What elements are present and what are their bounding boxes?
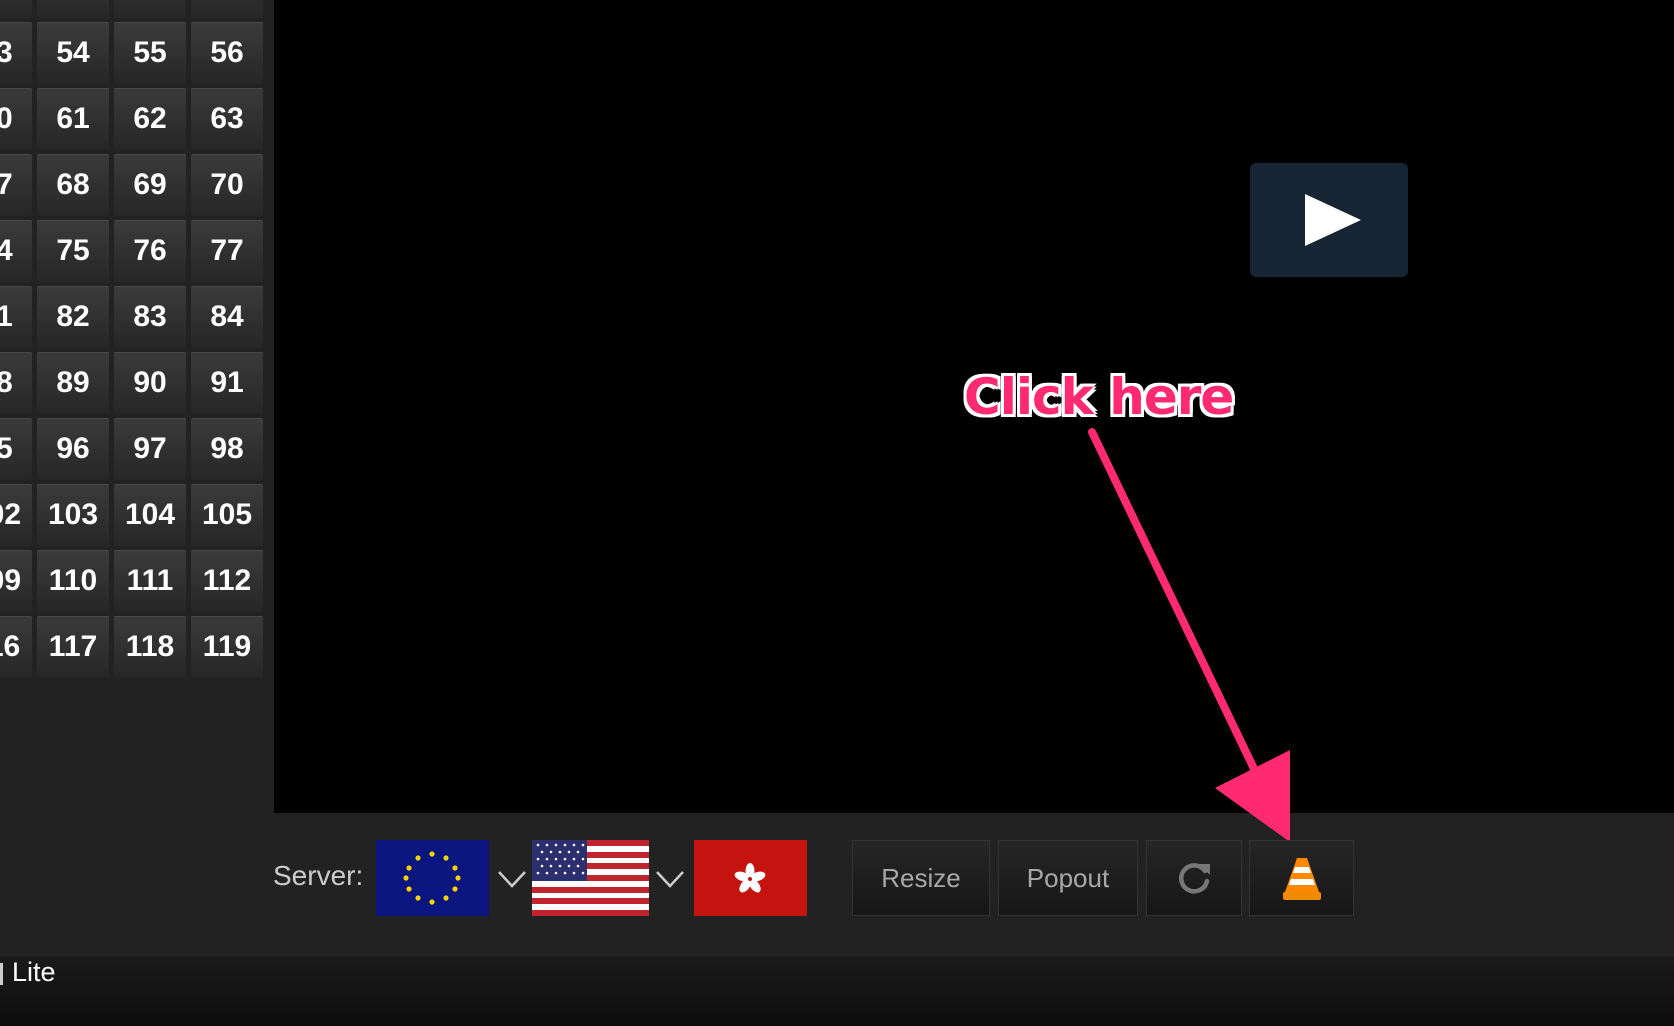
channel-button[interactable]: 69 xyxy=(114,154,186,216)
chevron-down-icon[interactable] xyxy=(496,852,528,900)
play-button[interactable] xyxy=(1250,163,1408,277)
channel-button[interactable]: 55 xyxy=(114,22,186,84)
channel-grid: 46 47 48 49 53545556 60616263 67686970 74757677… xyxy=(0,0,268,678)
vlc-cone-icon xyxy=(1282,858,1321,900)
server-flag-eu[interactable] xyxy=(376,840,489,916)
chevron-down-icon[interactable] xyxy=(654,852,686,900)
channel-button[interactable]: 119 xyxy=(191,616,263,678)
popout-button[interactable]: Popout xyxy=(998,840,1138,916)
annotation-label: Click here xyxy=(964,368,1234,426)
channel-button[interactable]: 116 xyxy=(0,616,32,678)
channel-button[interactable]: 96 xyxy=(37,418,109,480)
footer-bar xyxy=(0,957,1674,1026)
server-flag-hk[interactable] xyxy=(694,840,807,916)
channel-button[interactable]: 104 xyxy=(114,484,186,546)
channel-button[interactable]: 95 xyxy=(0,418,32,480)
channel-button[interactable]: 105 xyxy=(191,484,263,546)
channel-button[interactable]: 84 xyxy=(191,286,263,348)
channel-button[interactable]: 91 xyxy=(191,352,263,414)
channel-button[interactable]: 54 xyxy=(37,22,109,84)
channel-button[interactable]: 118 xyxy=(114,616,186,678)
channel-button[interactable]: 63 xyxy=(191,88,263,150)
channel-button[interactable]: 82 xyxy=(37,286,109,348)
refresh-button[interactable] xyxy=(1146,840,1242,916)
channel-button[interactable]: 48 xyxy=(114,0,186,18)
channel-button[interactable]: 109 xyxy=(0,550,32,612)
eu-flag-icon xyxy=(376,840,489,916)
channel-button[interactable]: 83 xyxy=(114,286,186,348)
channel-button[interactable]: 76 xyxy=(114,220,186,282)
channel-button[interactable]: 90 xyxy=(114,352,186,414)
play-icon xyxy=(1305,194,1361,246)
channel-button[interactable]: 60 xyxy=(0,88,32,150)
channel-button[interactable]: 75 xyxy=(37,220,109,282)
channel-button[interactable]: 111 xyxy=(114,550,186,612)
channel-button[interactable]: 88 xyxy=(0,352,32,414)
server-label: Server: xyxy=(273,860,364,891)
channel-button[interactable]: 70 xyxy=(191,154,263,216)
channel-button[interactable]: 77 xyxy=(191,220,263,282)
channel-button[interactable]: 110 xyxy=(37,550,109,612)
channel-button[interactable]: 112 xyxy=(191,550,263,612)
channel-button[interactable]: 102 xyxy=(0,484,32,546)
refresh-icon xyxy=(1179,863,1210,894)
channel-button[interactable]: 103 xyxy=(37,484,109,546)
channel-button[interactable]: 97 xyxy=(114,418,186,480)
us-flag-icon xyxy=(532,840,649,916)
server-flag-us[interactable] xyxy=(532,840,649,916)
lite-link[interactable]: Lite xyxy=(12,957,56,988)
channel-button[interactable]: 49 xyxy=(191,0,263,18)
hk-flag-icon xyxy=(694,840,807,916)
channel-button[interactable]: 68 xyxy=(37,154,109,216)
channel-button[interactable]: 74 xyxy=(0,220,32,282)
channel-button[interactable]: 47 xyxy=(37,0,109,18)
channel-button[interactable]: 46 xyxy=(0,0,32,18)
channel-button[interactable]: 53 xyxy=(0,22,32,84)
page: 46 47 48 49 53545556 60616263 67686970 74757677… xyxy=(0,0,1674,1026)
channel-button[interactable]: 61 xyxy=(37,88,109,150)
channel-button[interactable]: 56 xyxy=(191,22,263,84)
channel-button[interactable]: 62 xyxy=(114,88,186,150)
footer-divider xyxy=(0,963,3,985)
channel-button[interactable]: 67 xyxy=(0,154,32,216)
channel-button[interactable]: 89 xyxy=(37,352,109,414)
channel-button[interactable]: 117 xyxy=(37,616,109,678)
channel-button[interactable]: 98 xyxy=(191,418,263,480)
vlc-button[interactable] xyxy=(1249,840,1354,916)
resize-button[interactable]: Resize xyxy=(852,840,990,916)
channel-button[interactable]: 81 xyxy=(0,286,32,348)
